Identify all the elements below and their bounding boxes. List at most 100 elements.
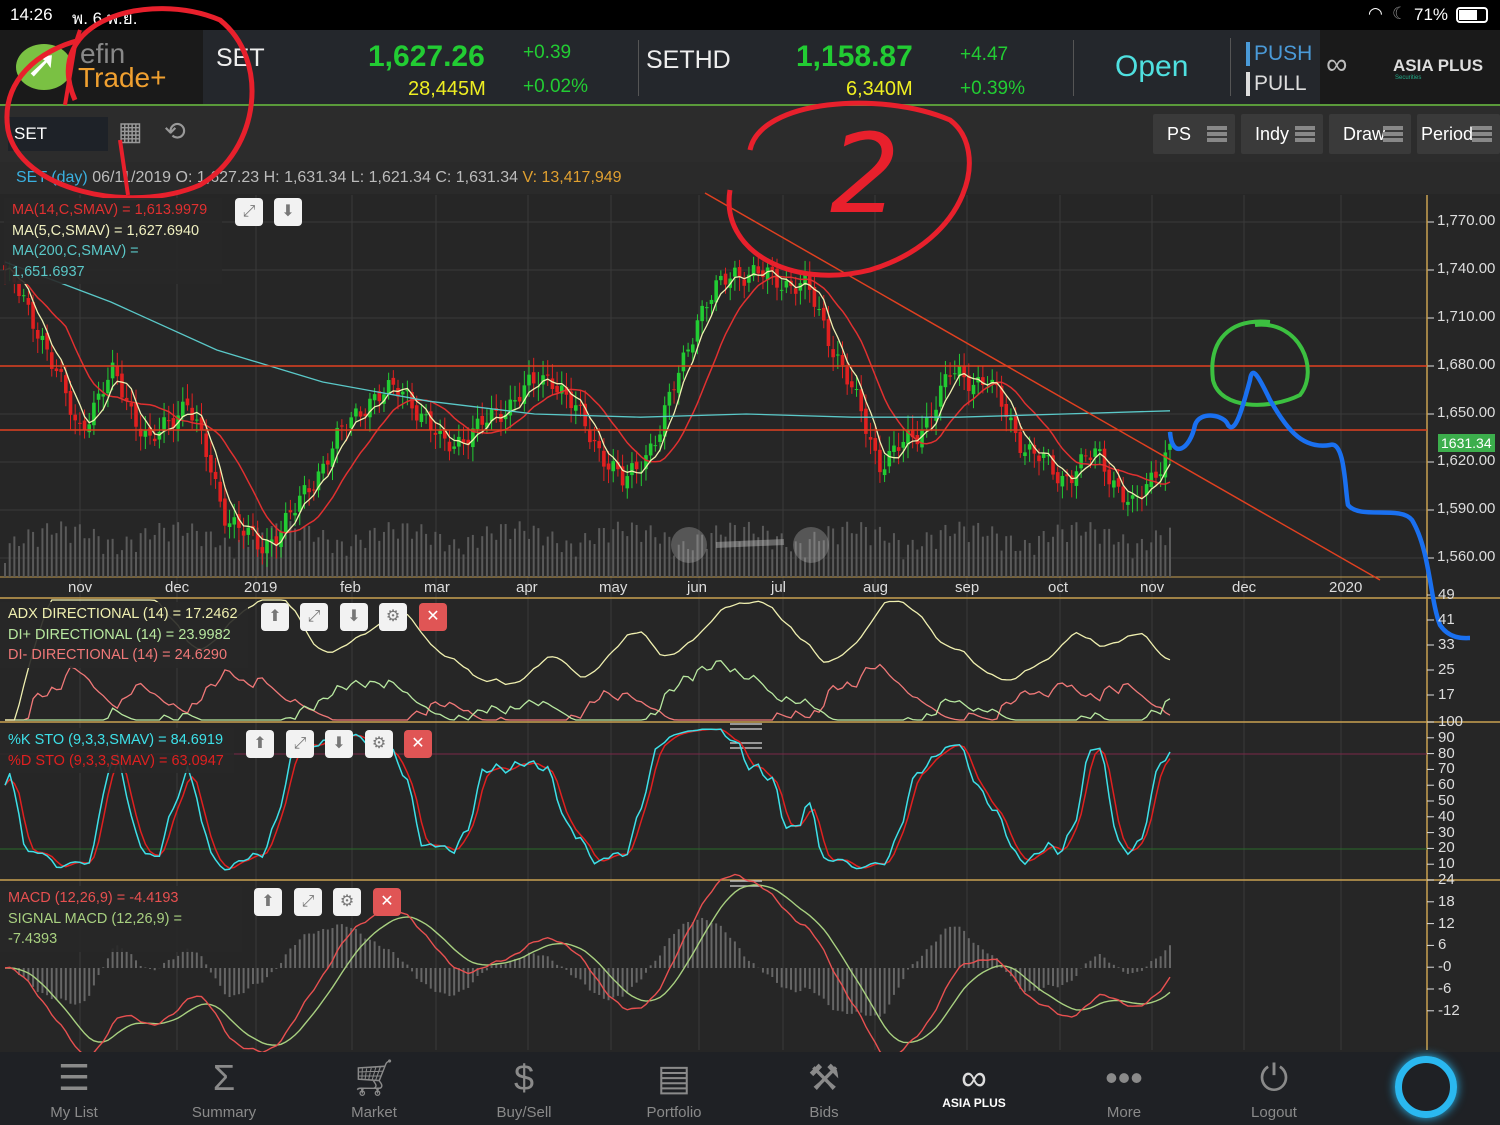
scroll-handle-right	[793, 527, 829, 563]
candle	[943, 374, 948, 388]
nav-market[interactable]: 🛒︎ Market	[314, 1052, 434, 1121]
candle	[424, 414, 428, 416]
close-icon[interactable]: ✕	[419, 603, 447, 631]
move-up-icon[interactable]: ⬆	[246, 730, 274, 758]
candle	[433, 432, 438, 435]
legend-k-sto: %K STO (9,3,3,SMAV) = 84.6919	[8, 732, 224, 748]
candle	[723, 273, 728, 285]
nav-bids[interactable]: ⚒ Bids	[764, 1052, 884, 1121]
candle	[115, 365, 120, 377]
sto-legend: %K STO (9,3,3,SMAV) = 84.6919 %D STO (9,…	[0, 728, 234, 773]
move-down-icon[interactable]: ⬇	[274, 198, 302, 226]
candle	[335, 427, 339, 449]
candle	[952, 373, 957, 375]
month-label: feb	[340, 579, 361, 596]
legend-di-minus: DI- DIRECTIONAL (14) = 24.6290	[8, 647, 228, 663]
maximize-icon[interactable]: ⤢	[286, 730, 314, 758]
candle	[54, 368, 59, 372]
nav-label: Portfolio	[646, 1104, 702, 1121]
nav-summary[interactable]: Σ Summary	[164, 1052, 284, 1121]
candle	[209, 454, 213, 473]
legend-d-sto: %D STO (9,3,3,SMAV) = 63.0947	[8, 752, 224, 769]
candle	[78, 422, 82, 424]
price-chart[interactable]	[0, 0, 1500, 1125]
move-up-icon[interactable]: ⬆	[254, 888, 282, 916]
maximize-icon[interactable]: ⤢	[235, 198, 263, 226]
candle	[307, 488, 311, 493]
candle	[354, 408, 358, 417]
settings-icon[interactable]: ⚙	[379, 603, 407, 631]
nav-logout[interactable]: ⏻ Logout	[1214, 1052, 1334, 1121]
candle	[709, 299, 714, 304]
candle	[1121, 486, 1126, 503]
candle	[452, 446, 456, 449]
candle	[96, 393, 101, 400]
candle	[887, 450, 892, 467]
nav-buy-sell[interactable]: $ Buy/Sell	[464, 1052, 584, 1121]
legend-ma14: MA(14,C,SMAV) = 1,613.9979	[12, 202, 208, 218]
month-label: nov	[1140, 579, 1165, 596]
candle	[625, 476, 630, 489]
candle	[162, 417, 166, 431]
candle	[592, 439, 597, 442]
candle	[938, 385, 943, 407]
candle	[1112, 480, 1116, 488]
candle	[302, 485, 307, 495]
nav-label: Buy/Sell	[496, 1104, 552, 1121]
candle	[868, 437, 873, 440]
candle	[831, 349, 835, 358]
candle	[260, 547, 265, 554]
scroll-handle-left	[671, 527, 707, 563]
candle	[817, 309, 821, 311]
legend-ma5: MA(5,C,SMAV) = 1,627.6940	[12, 222, 200, 239]
candle	[1102, 448, 1107, 472]
move-down-icon[interactable]: ⬇	[325, 730, 353, 758]
maximize-icon[interactable]: ⤢	[300, 603, 328, 631]
candle	[695, 320, 700, 342]
sto-axis-label: 100	[1438, 713, 1464, 730]
candle	[400, 391, 405, 395]
settings-icon[interactable]: ⚙	[365, 730, 393, 758]
move-down-icon[interactable]: ⬇	[340, 603, 368, 631]
move-up-icon[interactable]: ⬆	[261, 603, 289, 631]
assistant-button[interactable]	[1395, 1056, 1457, 1118]
candle	[531, 372, 536, 384]
candle	[775, 268, 779, 288]
sto-axis-label: 40	[1438, 807, 1455, 825]
list-icon: ☰	[57, 1057, 91, 1098]
nav-portfolio[interactable]: ▤ Portfolio	[614, 1052, 734, 1121]
close-icon[interactable]: ✕	[373, 888, 401, 916]
nav-label: Logout	[1251, 1104, 1297, 1121]
candle	[372, 394, 377, 401]
candle	[513, 400, 517, 402]
macd-axis-label: 24	[1438, 871, 1455, 888]
close-icon[interactable]: ✕	[404, 730, 432, 758]
candle	[840, 354, 845, 366]
nav-more[interactable]: ••• More	[1064, 1052, 1184, 1121]
nav-asia-plus[interactable]: ∞ ASIA PLUS	[914, 1052, 1034, 1121]
candle	[873, 438, 878, 451]
candle	[475, 418, 480, 430]
month-label: 2020	[1329, 579, 1363, 596]
candle	[527, 374, 531, 386]
candle	[1158, 474, 1163, 477]
candle	[283, 512, 288, 533]
scroll-bar	[715, 539, 785, 548]
document-icon: ▤	[656, 1057, 691, 1098]
legend-adx: ADX DIRECTIONAL (14) = 17.2462	[8, 606, 238, 622]
exchange-dollar-icon: $	[513, 1057, 535, 1098]
candle	[1093, 448, 1097, 457]
candle	[1107, 469, 1111, 485]
nav-my-list[interactable]: ☰ My List	[14, 1052, 134, 1121]
candle	[578, 404, 583, 406]
candle	[129, 402, 134, 407]
settings-icon[interactable]: ⚙	[333, 888, 361, 916]
maximize-icon[interactable]: ⤢	[294, 888, 322, 916]
candle	[73, 414, 77, 421]
sto-axis-label: 10	[1438, 855, 1455, 873]
candle	[35, 329, 40, 339]
candle	[597, 441, 601, 449]
price-axis-label: 1,620.00	[1437, 452, 1496, 469]
price-axis-label: 1,710.00	[1437, 308, 1496, 325]
month-label: oct	[1048, 579, 1069, 596]
